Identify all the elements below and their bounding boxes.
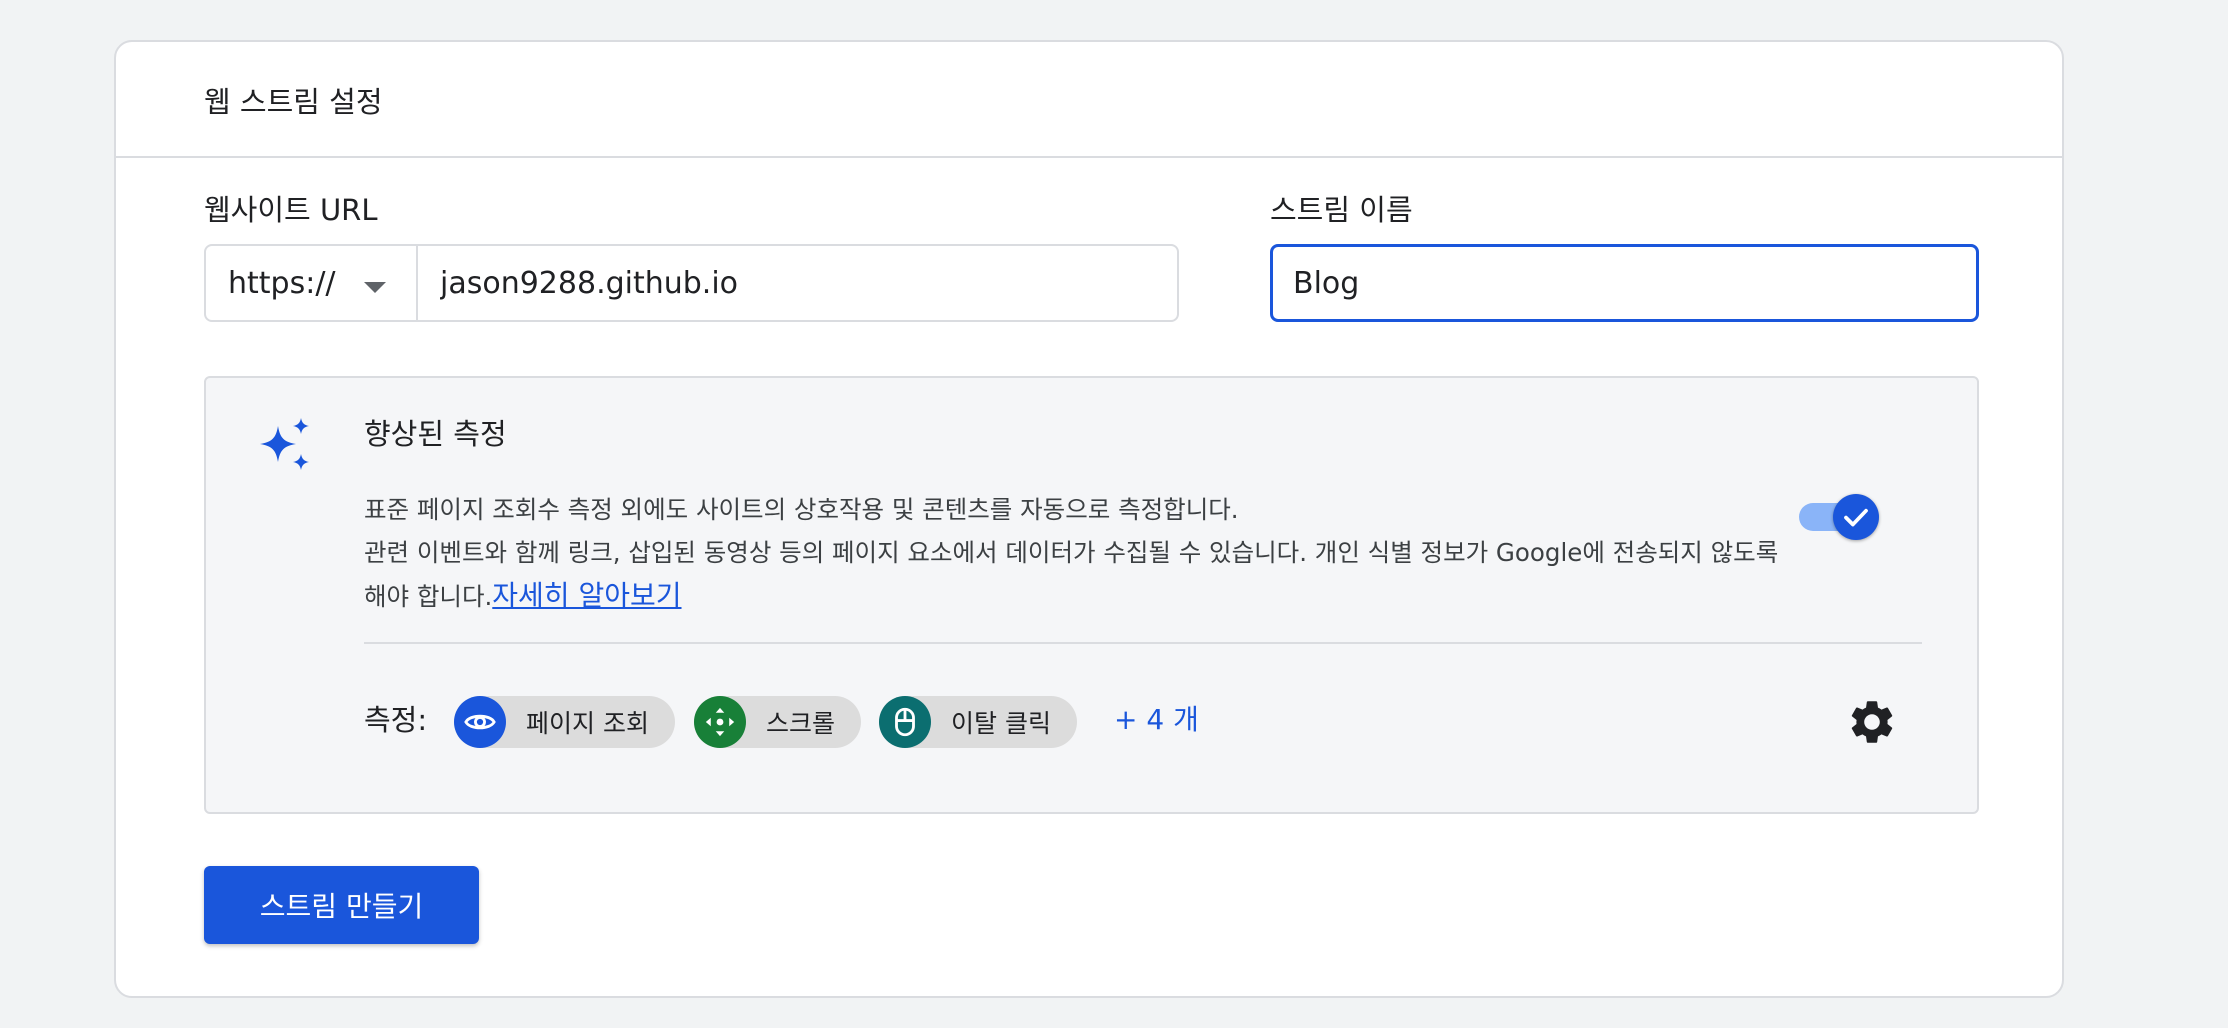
enhanced-measurement-panel: 향상된 측정 표준 페이지 조회수 측정 외에도 사이트의 상호작용 및 콘텐츠… <box>204 376 1979 814</box>
protocol-value: https:// <box>228 265 336 301</box>
card-divider <box>116 156 2062 158</box>
enhanced-measurement-description: 표준 페이지 조회수 측정 외에도 사이트의 상호작용 및 콘텐츠를 자동으로 … <box>364 488 1804 618</box>
measurement-label: 측정: <box>364 703 428 737</box>
mouse-icon <box>879 696 931 748</box>
chip-scroll: 스크롤 <box>694 696 862 748</box>
learn-more-link[interactable]: 자세히 알아보기 <box>492 579 681 612</box>
chip-label: 페이지 조회 <box>526 709 649 738</box>
chip-label: 이탈 클릭 <box>951 709 1051 738</box>
enhanced-measurement-toggle[interactable] <box>1797 494 1881 540</box>
chip-label: 스크롤 <box>766 709 836 738</box>
card-title: 웹 스트림 설정 <box>204 85 383 119</box>
web-stream-settings-card: 웹 스트림 설정 웹사이트 URL https:// 스트림 이름 향상된 측정… <box>114 40 2064 998</box>
website-url-input[interactable] <box>418 246 1177 320</box>
description-line-1: 표준 페이지 조회수 측정 외에도 사이트의 상호작용 및 콘텐츠를 자동으로 … <box>364 495 1239 524</box>
gear-icon[interactable] <box>1846 696 1898 748</box>
protocol-select[interactable]: https:// <box>206 246 418 320</box>
stream-name-label: 스트림 이름 <box>1270 193 1413 227</box>
website-url-label: 웹사이트 URL <box>204 193 378 227</box>
more-measurements-link[interactable]: + 4 개 <box>1114 700 1199 740</box>
scroll-arrows-icon <box>694 696 746 748</box>
panel-divider <box>364 642 1922 644</box>
create-stream-button[interactable]: 스트림 만들기 <box>204 866 479 944</box>
description-line-2: 관련 이벤트와 함께 링크, 삽입된 동영상 등의 페이지 요소에서 데이터가 … <box>364 531 1804 618</box>
sparkle-icon <box>260 418 309 470</box>
check-icon <box>1844 508 1868 527</box>
toggle-thumb <box>1833 494 1879 540</box>
stream-name-input[interactable] <box>1270 244 1979 322</box>
eye-icon <box>454 696 506 748</box>
website-url-group: https:// <box>204 244 1179 322</box>
chevron-down-icon <box>364 282 386 293</box>
chip-page-views: 페이지 조회 <box>454 696 675 748</box>
enhanced-measurement-title: 향상된 측정 <box>364 417 507 451</box>
chip-outbound-clicks: 이탈 클릭 <box>879 696 1077 748</box>
